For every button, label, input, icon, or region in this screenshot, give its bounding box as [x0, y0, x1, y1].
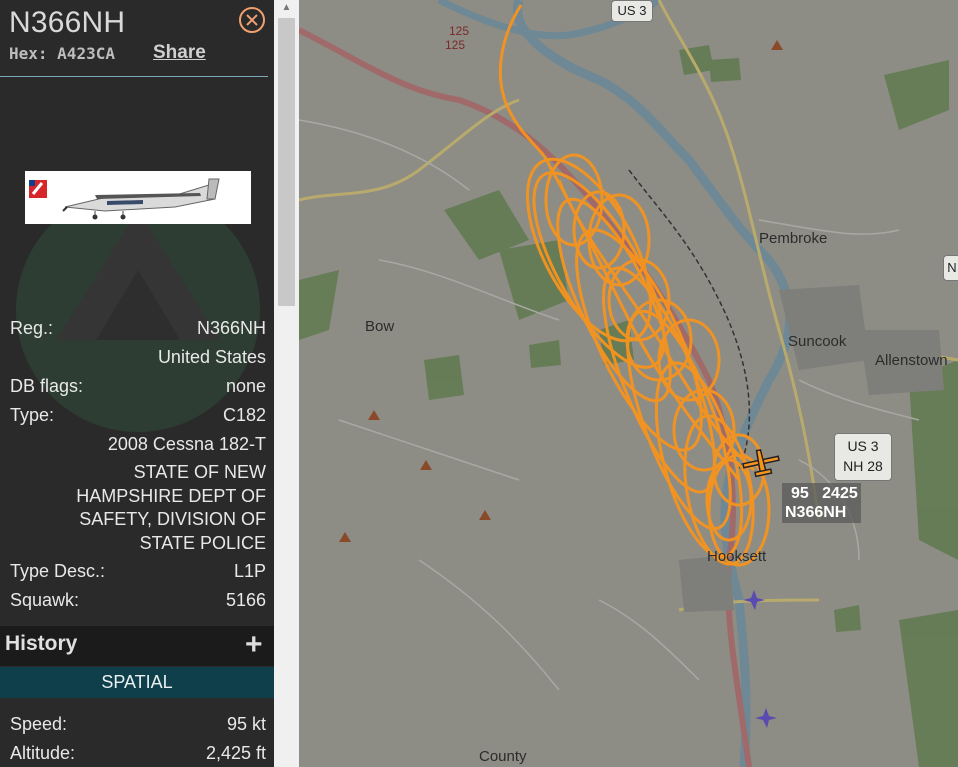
aircraft-label-callsign: N366NH: [785, 504, 847, 521]
aircraft-photo-image: [29, 178, 220, 220]
plus-icon[interactable]: +: [245, 628, 263, 662]
speed-label: Speed:: [10, 714, 68, 734]
altitude-label: Altitude:: [10, 743, 76, 763]
dbflags-value: none: [225, 376, 266, 396]
reg-label: Reg.:: [10, 318, 54, 338]
shield-nh28-text: NH 28: [843, 458, 883, 474]
dbflags-label: DB flags:: [10, 376, 84, 396]
country-value: United States: [157, 347, 266, 367]
map-label-allenstown: Allenstown: [875, 352, 948, 369]
speed-value: 95 kt: [226, 714, 266, 734]
typedesc-label: Type Desc.:: [10, 561, 106, 581]
typedesc-value: L1P: [233, 561, 266, 581]
spatial-section-header[interactable]: SPATIAL: [0, 667, 274, 698]
type-value: C182: [222, 405, 266, 425]
shield-i125-b: 125: [445, 38, 466, 52]
aircraft-label-values: 95 2425: [785, 484, 858, 503]
close-icon[interactable]: [238, 6, 266, 34]
history-label: History: [5, 632, 78, 655]
owner-line: HAMPSHIRE DEPT OF: [76, 485, 266, 506]
map-view[interactable]: Pembroke Suncook Allenstown Bow Hooksett…: [299, 0, 958, 767]
hex-label: Hex:: [9, 44, 48, 63]
header-divider: [0, 76, 268, 77]
owner-line: SAFETY, DIVISION OF: [79, 509, 266, 529]
type-full-value: 2008 Cessna 182-T: [107, 434, 266, 454]
map-label-pembroke: Pembroke: [759, 230, 828, 247]
map-label-suncook: Suncook: [788, 333, 847, 350]
altitude-value: 2,425 ft: [205, 743, 266, 763]
squawk-label: Squawk:: [10, 590, 80, 610]
shield-us3-text: US 3: [847, 438, 879, 454]
aircraft-map-label[interactable]: 95 2425 N366NH: [782, 483, 861, 523]
map-label-bow: Bow: [365, 318, 395, 335]
aircraft-info-panel: N366NH Hex: A423CA Share Reg.: N366NH Un…: [0, 0, 274, 767]
hex-value: A423CA: [57, 44, 115, 63]
owner-line: STATE OF NEW: [133, 462, 266, 482]
shield-n-right: N: [943, 255, 958, 281]
aircraft-photo[interactable]: [25, 171, 251, 224]
map-label-hooksett: Hooksett: [707, 548, 767, 565]
map-base: [299, 0, 958, 767]
owner-name: STATE OF NEW HAMPSHIRE DEPT OF SAFETY, D…: [36, 461, 266, 555]
aircraft-title: N366NH: [9, 6, 126, 39]
type-label: Type:: [10, 405, 55, 425]
sidebar-scrollbar[interactable]: ▲: [274, 0, 299, 767]
owner-line: STATE POLICE: [139, 532, 266, 553]
shield-i125-a: 125: [449, 24, 470, 38]
squawk-value: 5166: [225, 590, 266, 610]
aircraft-label-altitude: 2425: [822, 485, 858, 502]
scroll-up-icon[interactable]: ▲: [274, 0, 299, 16]
shield-us3-nh28: US 3 NH 28: [834, 433, 892, 481]
shield-us3-top: US 3: [611, 0, 653, 22]
share-link[interactable]: Share: [153, 42, 206, 64]
map-label-county: County: [479, 748, 527, 765]
history-section-header[interactable]: History +: [0, 626, 274, 666]
reg-value: N366NH: [196, 318, 266, 338]
scrollbar-thumb[interactable]: [278, 18, 295, 306]
aircraft-marker-icon[interactable]: [739, 444, 783, 480]
aircraft-label-speed: 95: [791, 485, 809, 502]
hex-row: Hex: A423CA: [9, 44, 115, 63]
